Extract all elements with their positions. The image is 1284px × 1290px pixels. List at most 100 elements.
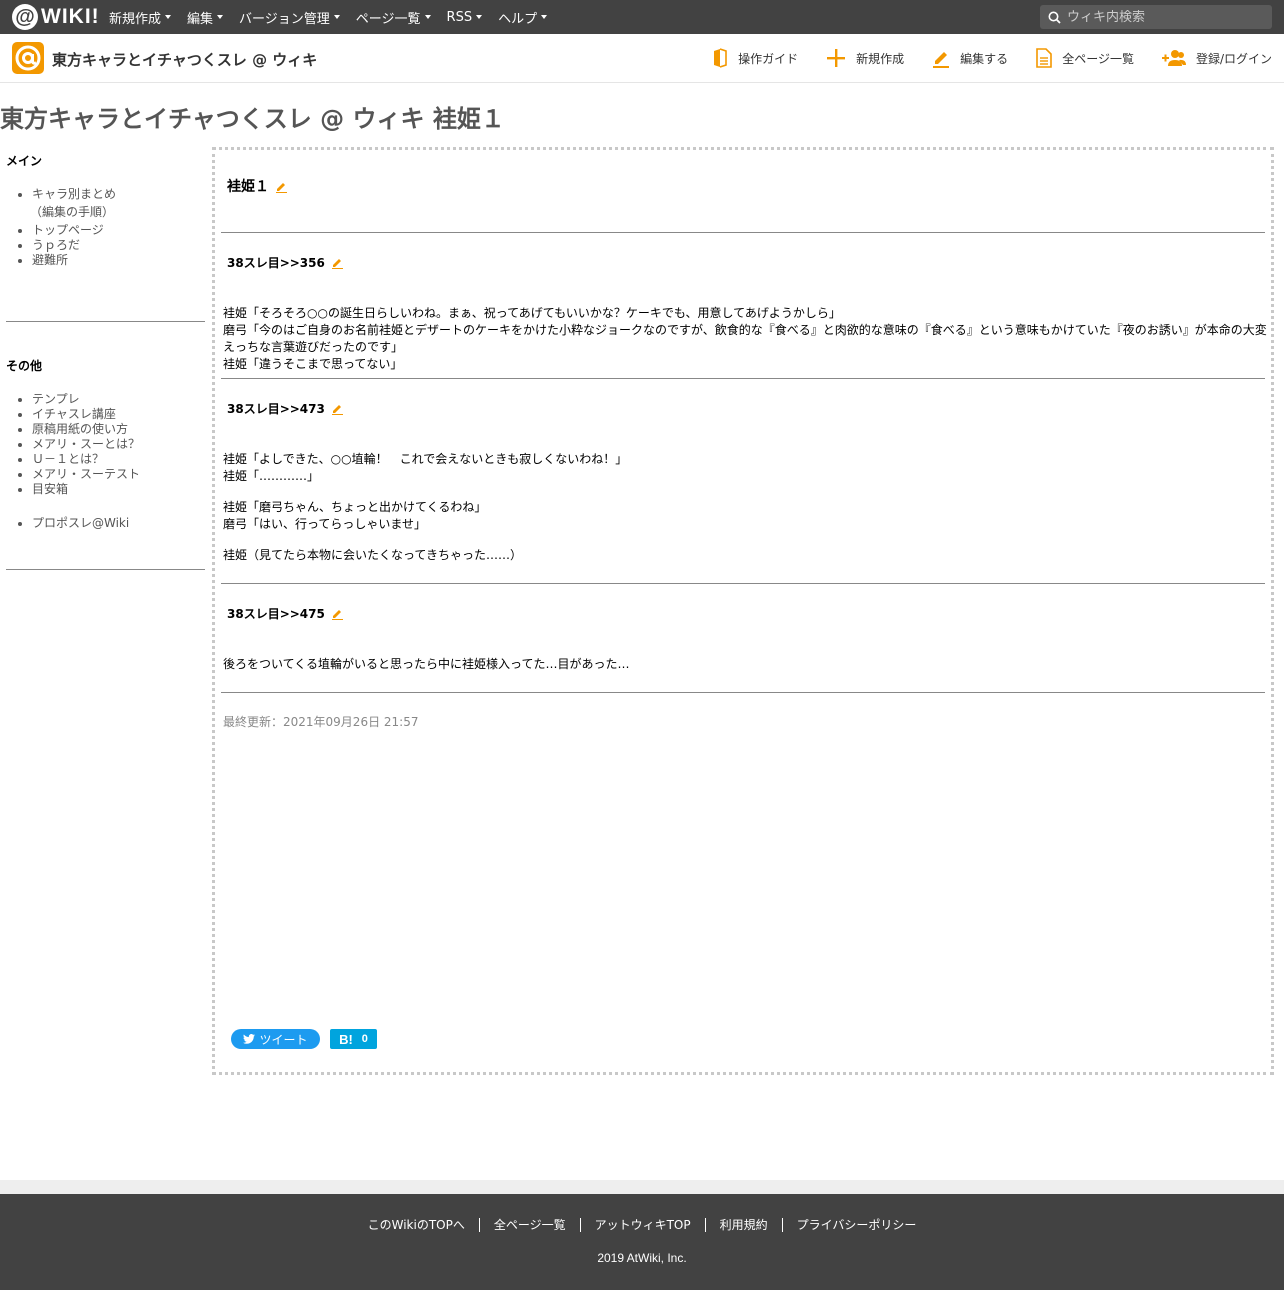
extra-menu-list: プロポスレ@Wiki [32,516,205,531]
menu-item-manuscript[interactable]: 原稿用紙の使い方 [32,422,205,437]
menu-heading-main: メイン [6,154,43,168]
hatena-bookmark-icon: B! [339,1031,353,1047]
plus-icon [827,49,846,67]
menu-heading-other: その他 [6,359,43,373]
caret-down-icon [217,15,224,19]
menu-item-chara[interactable]: キャラ別まとめ （編集の手順） [30,187,205,223]
content-heading: 袿姫１ [227,176,288,196]
global-nav: 新規作成 編集 バージョン管理 ページ一覧 RSS ヘルプ [109,0,563,34]
menu-item-u1[interactable]: Ｕ－１とは？ [32,452,205,467]
all-pages-button[interactable]: 全ページ一覧 [1036,48,1134,68]
main-content: 袿姫１ 38スレ目>>356 袿姫「そろそろ○○の誕生日らしいわね。まぁ、祝って… [212,147,1274,1075]
pencil-icon [933,52,950,68]
nav-help[interactable]: ヘルプ [498,8,548,27]
sidebar-menu: メイン キャラ別まとめ （編集の手順） トップページ うｐろだ 避難所 その他 テ… [6,150,205,570]
divider [6,569,205,570]
site-logo-icon[interactable] [12,42,44,74]
menu-item-suggestion[interactable]: 目安箱 [32,482,205,497]
guide-button[interactable]: 操作ガイド [712,48,798,68]
new-page-button[interactable]: 新規作成 [826,48,904,68]
nav-edit[interactable]: 編集 [187,8,224,27]
footer-links: このWikiのTOPへ 全ページ一覧 アットウィキTOP 利用規約 プライバシー… [0,1218,1284,1232]
caret-down-icon [333,15,340,19]
other-menu-list: テンプレ イチャスレ講座 原稿用紙の使い方 メアリ・スーとは？ Ｕ－１とは？ メ… [32,392,205,497]
section-heading: 38スレ目>>475 [227,605,344,622]
menu-item-template[interactable]: テンプレ [32,392,205,407]
footer-separator [0,1180,1284,1194]
section-heading: 38スレ目>>473 [227,400,344,417]
logo-text: WIKI! [41,5,100,28]
menu-item-marysue-test[interactable]: メアリ・スーテスト [32,467,205,482]
text-line: 後ろをついてくる埴輪がいると思ったら中に袿姫様入ってた…目があった… [223,657,630,671]
last-updated: 最終更新：2021年09月26日 21:57 [223,715,419,729]
nav-rss[interactable]: RSS [447,10,483,25]
text-line: 袿姫「よしできた、○○埴輪！ これで会えないときも寂しくないわね！」 [223,452,628,466]
book-icon [714,48,727,68]
menu-item-label[interactable]: （編集の手順） [30,205,114,219]
site-footer: このWikiのTOPへ 全ページ一覧 アットウィキTOP 利用規約 プライバシー… [0,1194,1284,1290]
tweet-label: ツイート [259,1032,308,1047]
nav-label: RSS [446,9,473,25]
menu-item-label: キャラ別まとめ [32,187,117,201]
twitter-bird-icon [243,1034,256,1044]
wiki-search [1040,5,1272,29]
footer-link-wiki-top[interactable]: このWikiのTOPへ [354,1218,479,1232]
document-icon [1036,48,1052,68]
nav-label: ページ一覧 [355,11,421,27]
section-title: 38スレ目>>475 [227,607,325,621]
edit-pencil-icon[interactable] [275,180,288,193]
text-line: 磨弓「はい、行ってらっしゃいませ」 [223,517,427,531]
add-user-icon [1161,50,1186,66]
copyright: 2019 AtWiki, Inc. [597,1251,687,1265]
search-icon [1048,11,1061,24]
site-title[interactable]: 東方キャラとイチャつくスレ @ ウィキ [52,49,317,70]
nav-pagelist[interactable]: ページ一覧 [356,8,431,27]
login-button[interactable]: 登録/ログイン [1161,49,1272,67]
section-title: 38スレ目>>356 [227,256,325,270]
atwiki-logo[interactable]: @ WIKI! [12,4,100,30]
divider [6,321,205,322]
section-title: 38スレ目>>473 [227,402,325,416]
caret-down-icon [476,15,483,19]
menu-item-lecture[interactable]: イチャスレ講座 [32,407,205,422]
hatena-bookmark-button[interactable]: B! 0 [330,1029,377,1049]
footer-link-all-pages[interactable]: 全ページ一覧 [478,1218,580,1232]
footer-link-atwiki-top[interactable]: アットウィキTOP [579,1218,705,1232]
menu-item-shelter[interactable]: 避難所 [32,253,205,268]
menu-item-marysue[interactable]: メアリ・スーとは？ [32,437,205,452]
action-label: 全ページ一覧 [1062,51,1134,66]
edit-pencil-icon[interactable] [331,256,344,269]
footer-link-terms[interactable]: 利用規約 [704,1218,782,1232]
edit-pencil-icon[interactable] [331,607,344,620]
action-label: 操作ガイド [738,51,799,66]
divider [221,692,1265,693]
nav-new[interactable]: 新規作成 [109,8,172,27]
caret-down-icon [541,15,548,19]
text-line: 袿姫「そろそろ○○の誕生日らしいわね。まぁ、祝ってあげてもいいかな？ケーキでも、… [223,306,841,320]
text-line: 磨弓「今のはご自身のお名前袿姫とデザートのケーキをかけた小粋なジョークなのですが… [223,323,1267,337]
menu-item-top[interactable]: トップページ [32,223,205,238]
footer-link-privacy[interactable]: プライバシーポリシー [781,1218,931,1232]
at-mark-icon: @ [12,4,38,30]
caret-down-icon [165,15,172,19]
action-label: 登録/ログイン [1195,51,1272,66]
nav-label: 新規作成 [109,11,162,27]
tweet-button[interactable]: ツイート [231,1029,320,1049]
global-topbar: @ WIKI! 新規作成 編集 バージョン管理 ページ一覧 RSS ヘルプ [0,0,1284,34]
text-line: 袿姫「磨弓ちゃん、ちょっと出かけてくるわね」 [223,500,487,514]
action-label: 編集する [960,51,1009,66]
text-line: 袿姫（見てたら本物に会いたくなってきちゃった……） [223,548,523,562]
text-line: 袿姫「…………」 [223,469,320,483]
text-line: 袿姫「違うそこまで思ってない」 [223,357,403,371]
search-input[interactable] [1067,9,1257,25]
menu-item-uploader[interactable]: うｐろだ [32,238,205,253]
divider [221,378,1265,379]
menu-item-propose[interactable]: プロポスレ@Wiki [32,516,205,531]
divider [221,583,1265,584]
nav-version[interactable]: バージョン管理 [239,8,340,27]
edit-page-button[interactable]: 編集する [932,48,1008,68]
nav-label: 編集 [187,11,214,27]
action-label: 新規作成 [856,51,905,66]
main-menu-list: キャラ別まとめ （編集の手順） トップページ うｐろだ 避難所 [30,187,205,268]
edit-pencil-icon[interactable] [331,402,344,415]
